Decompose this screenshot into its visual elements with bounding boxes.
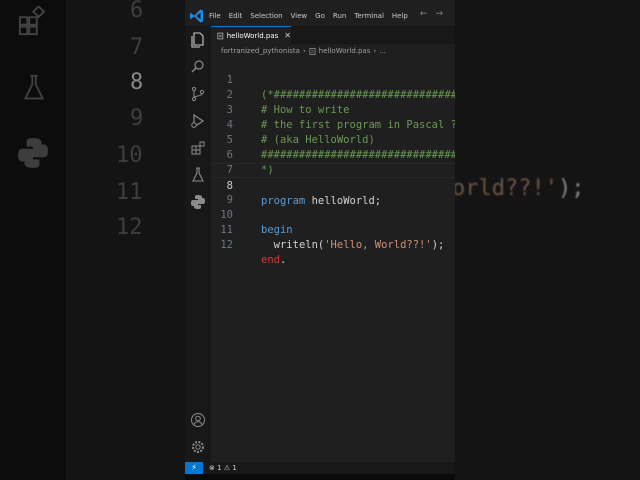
end-period: . — [279, 254, 287, 266]
breadcrumb-file-item[interactable]: helloWorld.pas — [309, 47, 371, 55]
source-control-icon[interactable] — [190, 86, 206, 102]
string-literal: 'Hello, World??!' — [324, 239, 432, 251]
code-line[interactable]: 6 *) — [211, 133, 455, 176]
backdrop-code-tail: ); — [557, 176, 585, 201]
menu-go[interactable]: Go — [315, 12, 325, 20]
line-number: 12 — [220, 239, 233, 251]
editor-tab-bar: helloWorld.pas ✕ — [211, 26, 455, 44]
problems-indicator[interactable]: ⊗ 1 ⚠ 1 — [209, 464, 237, 472]
backdrop-line-number: 9 — [130, 106, 144, 131]
extensions-icon[interactable] — [190, 140, 206, 156]
code-line[interactable]: 1 (*####################################… — [211, 58, 455, 101]
code-line[interactable]: 10 begin — [211, 193, 455, 236]
title-bar: File Edit Selection View Go Run Terminal… — [185, 6, 455, 26]
activity-bar — [185, 26, 211, 462]
testing-flask-icon — [23, 74, 45, 100]
tab-label: helloWorld.pas — [226, 31, 279, 40]
warning-icon: ⚠ — [223, 464, 231, 472]
breadcrumb-folder[interactable]: fortranized_pythonista — [221, 47, 300, 55]
back-arrow-icon[interactable]: ← — [420, 9, 436, 19]
window-bottom-edge — [185, 474, 455, 480]
vscode-window: File Edit Selection View Go Run Terminal… — [185, 0, 455, 480]
code-line[interactable]: 4 # (aka HelloWorld) — [211, 103, 455, 146]
tab-helloworld-pas[interactable]: helloWorld.pas ✕ — [211, 26, 291, 44]
chevron-right-icon: › — [373, 47, 377, 55]
status-bar: ⚡ ⊗ 1 ⚠ 1 — [185, 462, 455, 474]
code-line[interactable]: 3 # the first program in Pascal ? — [211, 88, 455, 131]
code-line-active[interactable]: 8 program helloWorld; — [211, 163, 455, 207]
menu-terminal[interactable]: Terminal — [354, 12, 384, 20]
code-line[interactable]: 7 — [211, 148, 455, 176]
account-icon[interactable] — [190, 412, 206, 428]
history-navigation: ←→ — [420, 9, 451, 19]
settings-gear-icon[interactable] — [190, 439, 206, 455]
extensions-icon — [18, 6, 46, 36]
vscode-logo-icon — [190, 9, 203, 23]
breadcrumb-more[interactable]: ... — [379, 47, 386, 55]
close-tab-icon[interactable]: ✕ — [284, 31, 291, 40]
chevron-right-icon: › — [302, 47, 306, 55]
backdrop-line-number: 6 — [130, 0, 144, 23]
backdrop-code-text: orld??!' — [452, 176, 558, 201]
backdrop-line-number: 12 — [116, 215, 143, 240]
backdrop-gutter — [66, 0, 185, 480]
code-line[interactable]: 2 # How to write — [211, 73, 455, 116]
backdrop-editor — [455, 0, 640, 480]
code-line[interactable]: 12 end. — [211, 223, 455, 266]
explorer-icon[interactable] — [190, 32, 206, 48]
forward-arrow-icon[interactable]: → — [435, 9, 451, 19]
python-icon[interactable] — [190, 194, 206, 210]
remote-indicator-icon[interactable]: ⚡ — [185, 462, 203, 474]
file-icon — [217, 32, 224, 39]
python-icon — [18, 138, 48, 168]
keyword-end: end — [261, 254, 280, 266]
code-line[interactable]: 11 writeln('Hello, World??!'); — [211, 208, 455, 251]
code-line[interactable]: 5 ######################################… — [211, 118, 455, 161]
breadcrumb-file: helloWorld.pas — [318, 47, 371, 55]
error-icon: ⊗ — [209, 464, 215, 472]
menu-help[interactable]: Help — [392, 12, 408, 20]
run-debug-icon[interactable] — [190, 113, 206, 129]
line-code: end. — [261, 253, 286, 268]
code-editor[interactable]: 1 (*####################################… — [211, 58, 455, 458]
code-line[interactable]: 9 — [211, 178, 455, 206]
backdrop-line-number: 11 — [116, 180, 143, 205]
backdrop-line-number: 7 — [130, 35, 144, 60]
error-count: 1 — [217, 464, 222, 472]
menu-selection[interactable]: Selection — [250, 12, 282, 20]
menu-run[interactable]: Run — [333, 12, 346, 20]
testing-icon[interactable] — [190, 167, 206, 183]
backdrop-line-number: 8 — [130, 70, 144, 95]
menu-view[interactable]: View — [291, 12, 308, 20]
file-icon — [309, 47, 316, 55]
call-close: ); — [431, 239, 445, 251]
menu-file[interactable]: File — [209, 12, 221, 20]
line-code: writeln('Hello, World??!'); — [261, 238, 445, 253]
breadcrumb: fortranized_pythonista › helloWorld.pas … — [211, 44, 455, 58]
backdrop-line-number: 10 — [116, 143, 143, 168]
search-icon[interactable] — [190, 59, 206, 75]
function-writeln: writeln( — [273, 239, 325, 251]
warning-count: 1 — [232, 464, 237, 472]
menu-edit[interactable]: Edit — [229, 12, 243, 20]
backdrop-code-fragment: orld??!'); — [452, 176, 584, 201]
